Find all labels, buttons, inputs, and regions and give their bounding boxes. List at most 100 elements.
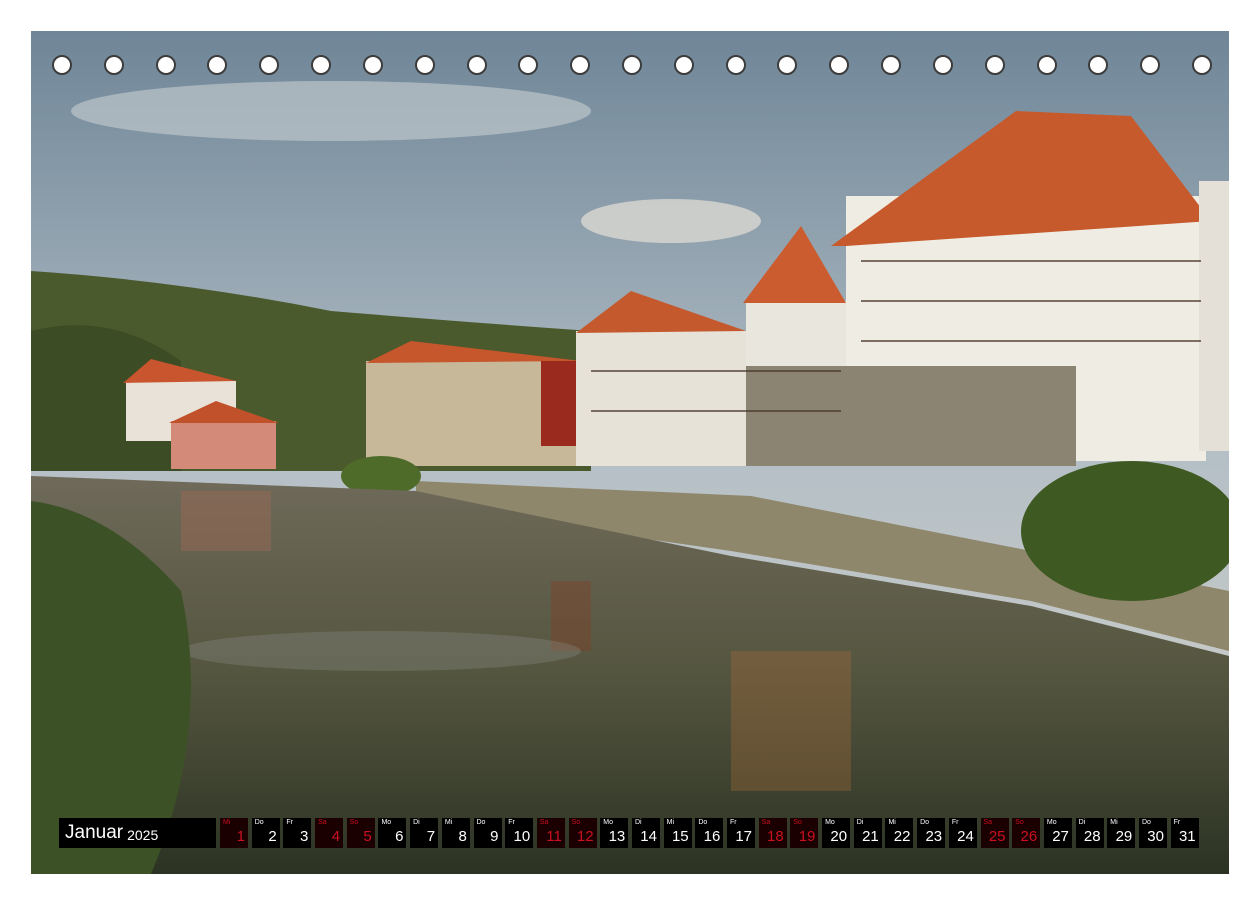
day-number: 13: [608, 828, 626, 845]
day-weekday: Do: [1141, 819, 1151, 826]
day-weekday: Di: [634, 819, 642, 826]
day-cell: So 12: [568, 818, 597, 848]
day-cell: Mi 22: [885, 818, 914, 848]
day-weekday: Di: [1078, 819, 1086, 826]
day-weekday: Fr: [730, 819, 737, 826]
day-number: 9: [490, 828, 499, 845]
day-cell: Do 30: [1138, 818, 1167, 848]
day-cell: Fr 10: [505, 818, 534, 848]
day-weekday: Mo: [825, 819, 835, 826]
day-cell: Mi 8: [441, 818, 470, 848]
day-number: 15: [671, 828, 689, 845]
day-cell: Mi 15: [663, 818, 692, 848]
day-weekday: Mi: [444, 819, 453, 826]
month-calendar-strip: Januar 2025 Mi 1 Do 2 Fr 3 Sa 4 So 5 Mo 6 Di 7 Mi 8 Do 9 F…: [59, 818, 1202, 848]
day-weekday: Sa: [761, 819, 771, 826]
day-number: 26: [1020, 828, 1038, 845]
day-number: 20: [830, 828, 848, 845]
day-weekday: Mi: [223, 819, 231, 826]
day-number: 23: [925, 828, 943, 845]
day-cell: Mo 20: [822, 818, 851, 848]
day-weekday: Do: [476, 819, 486, 826]
day-weekday: Do: [254, 819, 264, 826]
day-number: 8: [458, 828, 467, 845]
binding-hole: [622, 55, 642, 75]
day-weekday: So: [1015, 819, 1024, 826]
binding-hole: [259, 55, 280, 75]
calendar-photo: [31, 31, 1229, 874]
day-cell: Do 16: [695, 818, 724, 848]
day-number: 22: [893, 828, 911, 845]
day-cell: Di 28: [1075, 818, 1104, 848]
day-number: 3: [300, 828, 309, 845]
day-number: 7: [426, 828, 436, 845]
day-weekday: Di: [413, 819, 420, 826]
day-number: 1: [236, 828, 245, 845]
day-cell: So 5: [346, 818, 375, 848]
binding-hole: [311, 55, 332, 75]
binding-hole: [932, 55, 953, 75]
binding-hole: [1140, 55, 1161, 75]
day-weekday: Sa: [539, 819, 549, 826]
day-cell: Sa 4: [315, 818, 344, 848]
day-cell: Mi 1: [220, 818, 248, 848]
day-weekday: Di: [856, 819, 864, 826]
day-number: 5: [363, 828, 372, 845]
day-weekday: Mo: [381, 819, 392, 826]
day-cell: Fr 17: [727, 818, 755, 848]
day-weekday: Fr: [286, 819, 293, 826]
town-river-illustration: [31, 31, 1229, 874]
binding-hole: [673, 55, 694, 75]
day-cell: Fr 24: [948, 818, 977, 848]
day-cell: Mo 6: [378, 818, 407, 848]
day-weekday: Mo: [603, 819, 613, 826]
day-number: 16: [703, 828, 721, 845]
day-cell: Sa 18: [758, 818, 787, 848]
day-weekday: Do: [920, 819, 930, 826]
binding-hole: [362, 55, 383, 75]
day-weekday: Mi: [888, 819, 896, 826]
binding-hole: [725, 55, 746, 75]
day-number: 24: [957, 828, 974, 845]
day-number: 19: [798, 828, 816, 845]
binding-hole: [1088, 55, 1109, 75]
binding-hole: [829, 55, 850, 75]
day-cell: Di 14: [631, 818, 660, 848]
day-number: 28: [1083, 828, 1101, 845]
day-weekday: Mi: [1110, 819, 1118, 826]
day-weekday: So: [571, 819, 581, 826]
binding-hole: [103, 55, 124, 75]
day-number: 29: [1115, 828, 1133, 845]
day-number: 4: [331, 828, 341, 845]
binding-hole: [155, 55, 176, 75]
binding-hole: [518, 55, 539, 75]
day-cell: Sa 25: [980, 818, 1009, 848]
binding-hole: [1192, 55, 1212, 75]
day-cell: Sa 11: [536, 818, 565, 848]
binding-holes: [52, 55, 1212, 79]
binding-hole: [466, 55, 487, 75]
day-cell: Do 9: [473, 818, 502, 848]
month-name: Januar: [65, 822, 124, 843]
day-weekday: So: [349, 819, 359, 826]
day-number: 30: [1147, 828, 1164, 845]
day-number: 12: [576, 828, 594, 845]
day-weekday: Do: [698, 819, 708, 826]
binding-hole: [777, 55, 798, 75]
day-weekday: Sa: [983, 819, 993, 826]
day-weekday: Mi: [666, 819, 675, 826]
day-number: 11: [546, 828, 562, 845]
month-label: Januar 2025: [59, 818, 216, 848]
day-number: 6: [395, 828, 404, 845]
month-year: 2025: [127, 826, 159, 843]
day-cell: Mo 13: [600, 818, 629, 848]
day-cell: Fr 31: [1170, 818, 1199, 848]
day-number: 25: [988, 828, 1006, 845]
day-weekday: Fr: [508, 819, 515, 826]
binding-hole: [1036, 55, 1057, 75]
day-number: 17: [735, 828, 752, 845]
day-weekday: Mo: [1046, 819, 1057, 826]
day-cell: Fr 3: [283, 818, 312, 848]
day-number: 10: [513, 828, 531, 845]
day-cell: Mi 29: [1107, 818, 1136, 848]
